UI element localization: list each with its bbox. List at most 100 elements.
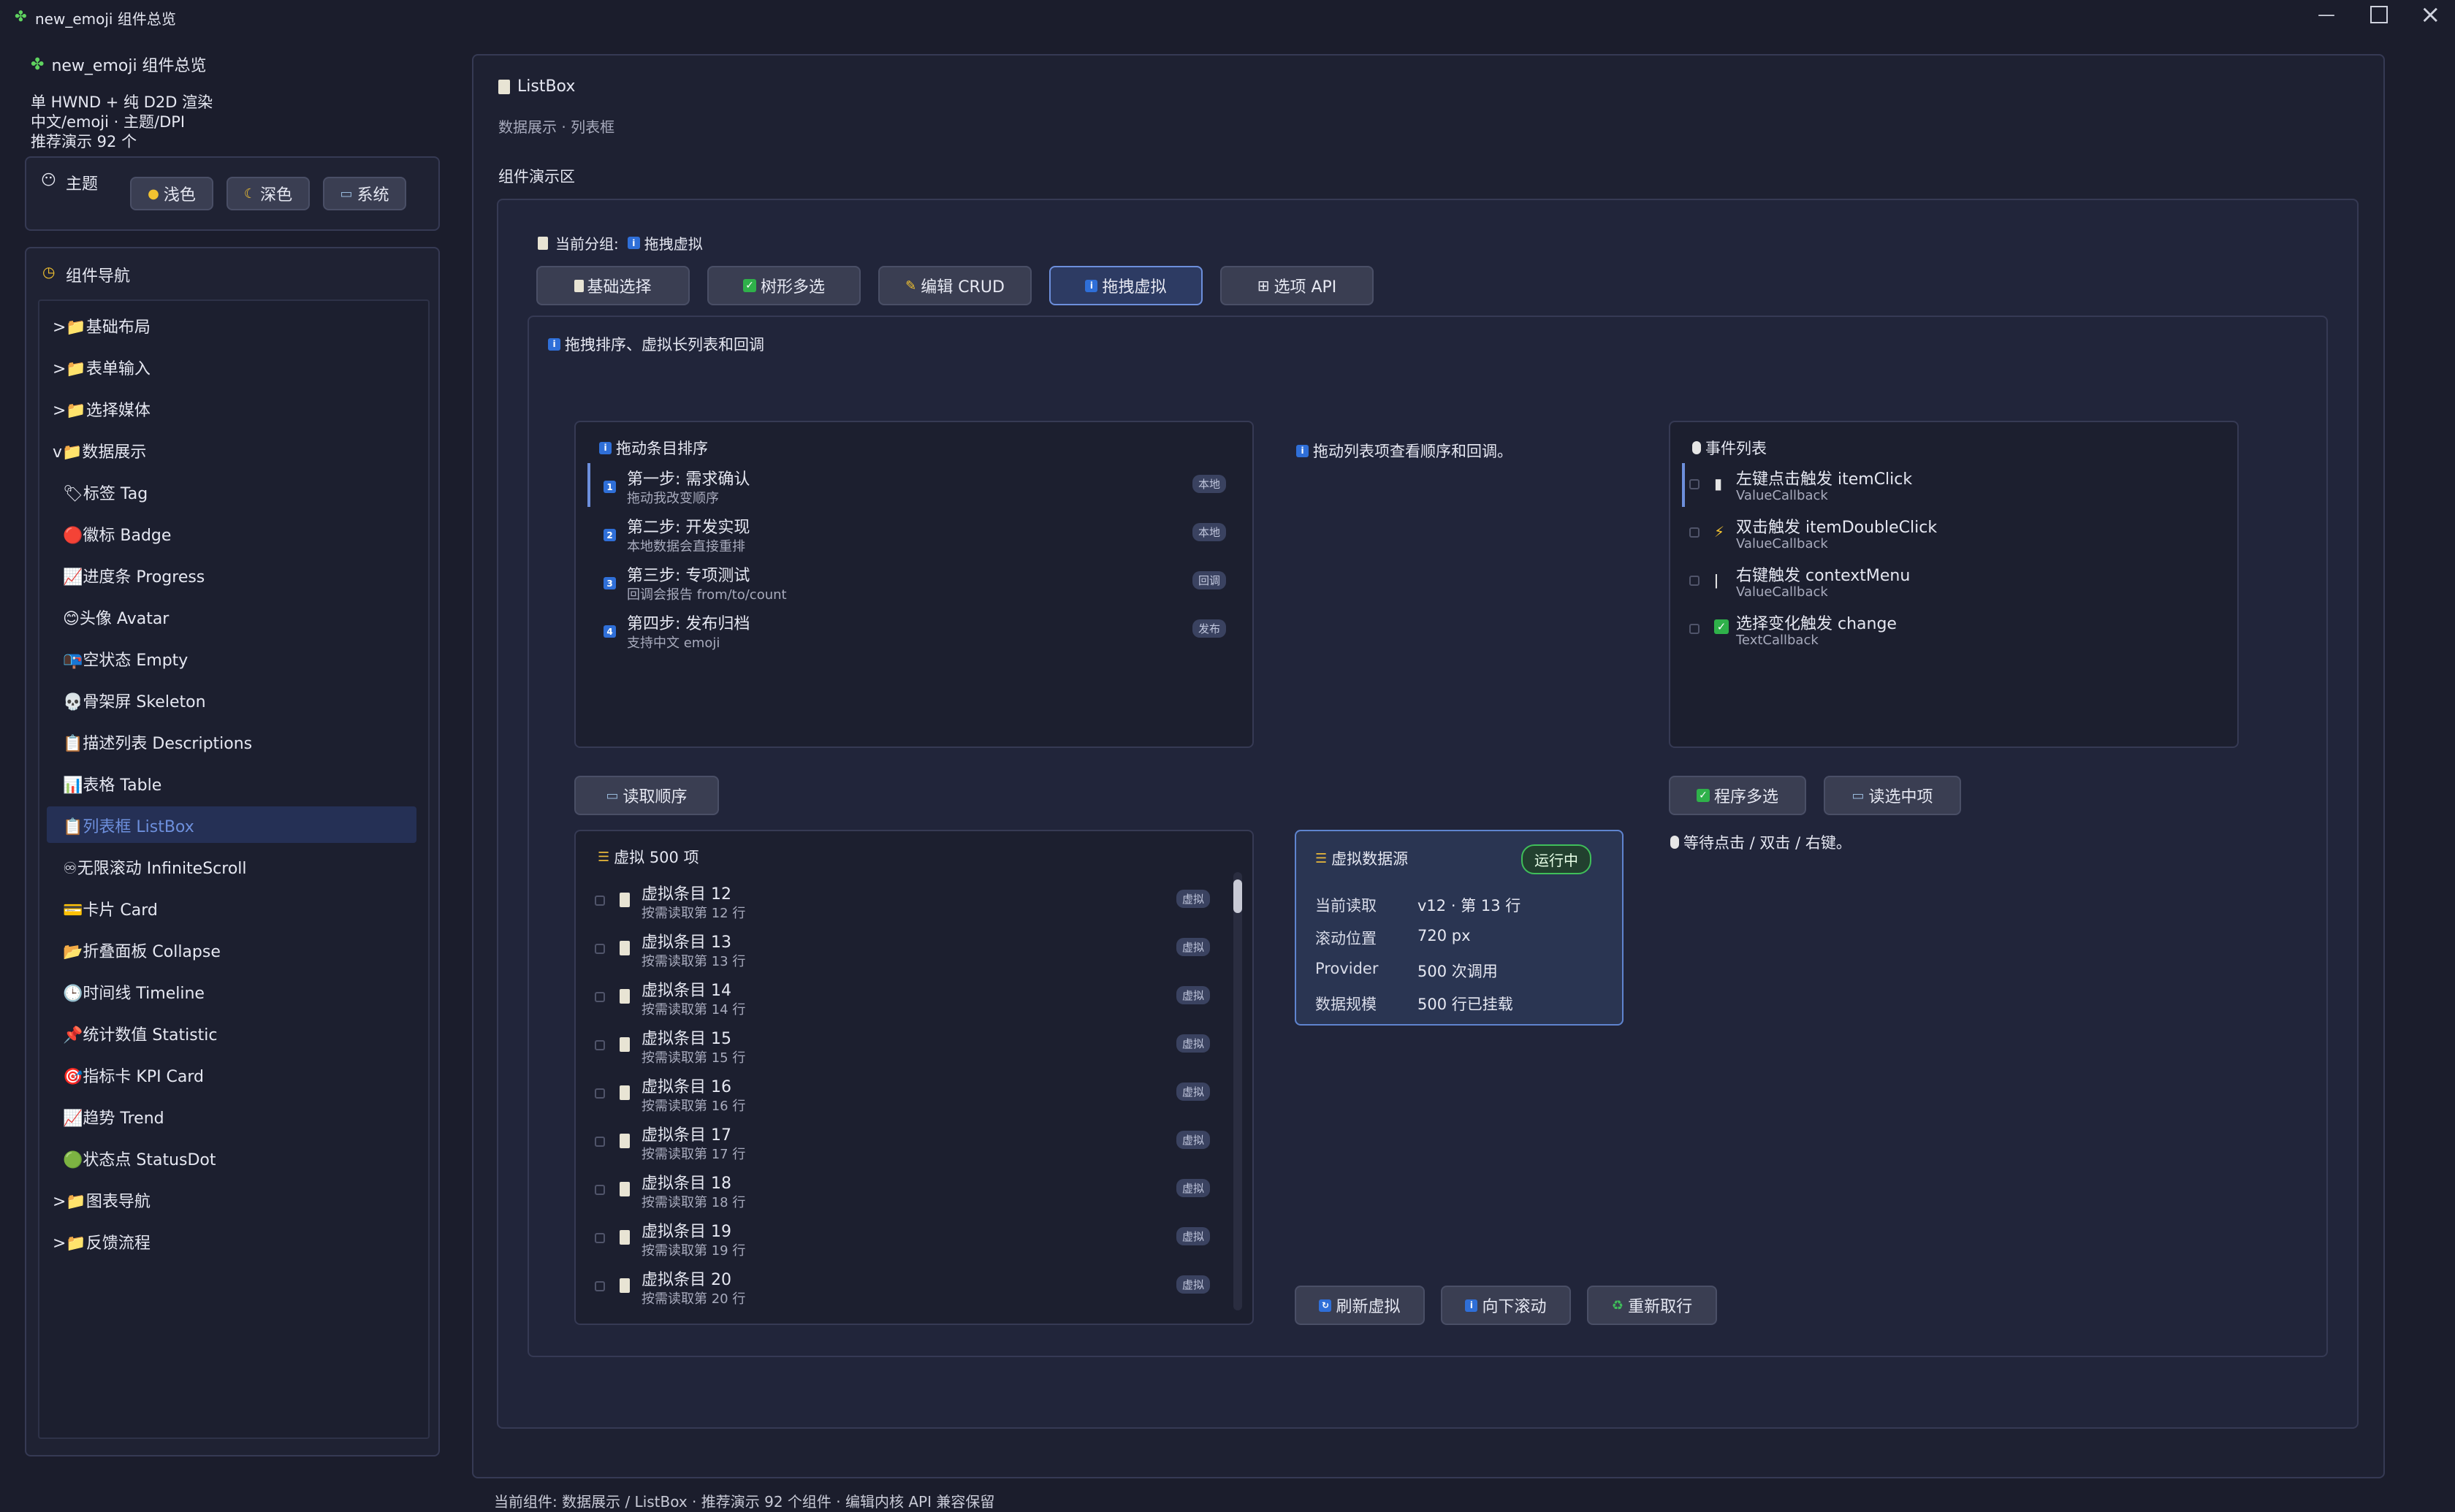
virtual-row[interactable]: 虚拟条目 19 按需读取第 19 行 虚拟 [589,1217,1225,1262]
checkbox-icon: ✓ [742,279,756,292]
sidebar-nav-item[interactable]: 📊表格 Table [63,772,161,795]
sidebar-nav-item[interactable]: 📋列表框 ListBox [63,814,194,837]
mouse-icon: ▮ [1714,475,1723,492]
sidebar-nav-item[interactable]: >📁反馈流程 [53,1230,151,1253]
close-icon[interactable]: × [2420,0,2441,29]
row-checkbox[interactable] [595,1088,605,1099]
row-checkbox[interactable] [595,944,605,954]
sidebar-nav-label: 💳卡片 Card [63,901,158,920]
sidebar-nav-item[interactable]: 📭空状态 Empty [63,647,188,671]
number-badge: 3 [604,577,616,589]
row-checkbox[interactable] [1689,624,1700,634]
sidebar-nav-item[interactable]: 📈进度条 Progress [63,564,205,587]
scroll-down-button[interactable]: i 向下滚动 [1441,1286,1571,1325]
tab-options-api[interactable]: ⊞ 选项 API [1220,266,1374,305]
row-checkbox[interactable] [595,1185,605,1195]
row-checkbox[interactable] [595,992,605,1002]
row-tag: 虚拟 [1176,1275,1211,1294]
row-checkbox[interactable] [1689,527,1700,538]
event-row-desc: ValueCallback [1736,536,1828,551]
virtual-row[interactable]: 虚拟条目 12 按需读取第 12 行 虚拟 [589,879,1225,925]
sortable-row-title: 第四步: 发布归档 [627,615,750,633]
event-row[interactable]: ǀ 右键触发 contextMenu ValueCallback [1682,561,2223,606]
maximize-icon[interactable] [2370,6,2388,23]
row-checkbox[interactable] [595,1233,605,1243]
row-checkbox[interactable] [595,1137,605,1147]
event-row[interactable]: ✓ 选择变化触发 change TextCallback [1682,609,2223,654]
sortable-row[interactable]: 3 第三步: 专项测试 回调会报告 from/to/count 回调 [599,561,1242,606]
clipboard-icon [538,236,548,250]
sortable-row[interactable]: 4 第四步: 发布归档 支持中文 emoji 发布 [599,609,1242,654]
datasource-value: 720 px [1417,927,1471,944]
app-icon: ✤ [15,7,27,25]
tab-edit-crud[interactable]: ✎ 编辑 CRUD [878,266,1032,305]
sidebar-nav-item[interactable]: 🏷标签 Tag [63,481,148,504]
refresh-virtual-button[interactable]: ↻ 刷新虚拟 [1295,1286,1425,1325]
sidebar-nav-item[interactable]: 💳卡片 Card [63,897,158,920]
event-row[interactable]: ⚡ 双击触发 itemDoubleClick ValueCallback [1682,513,2223,558]
section-title: i 拖拽排序、虚拟长列表和回调 [548,333,764,355]
virtual-row[interactable]: 虚拟条目 14 按需读取第 14 行 虚拟 [589,976,1225,1021]
multi-select-button[interactable]: ✓ 程序多选 [1669,776,1806,815]
sidebar-nav-item[interactable]: 🕒时间线 Timeline [63,980,205,1004]
demo-area-label: 组件演示区 [498,168,575,186]
row-tag: 发布 [1192,619,1227,638]
sidebar-nav-label: 📈趋势 Trend [63,1110,164,1128]
sidebar-nav-item[interactable]: 😊头像 Avatar [63,606,169,629]
sidebar-nav-item[interactable]: 🔴徽标 Badge [63,522,171,546]
document-icon [620,893,630,907]
sidebar-nav-label: ♾无限滚动 InfiniteScroll [63,860,247,878]
number-badge: 4 [604,625,616,638]
sortable-row[interactable]: 2 第二步: 开发实现 本地数据会直接重排 本地 [599,513,1242,558]
tab-tree-multi[interactable]: ✓ 树形多选 [707,266,861,305]
sidebar-nav-item[interactable]: ♾无限滚动 InfiniteScroll [63,855,247,879]
sidebar-nav-item[interactable]: >📁基础布局 [53,314,151,337]
sidebar-nav-item[interactable]: 📋描述列表 Descriptions [63,730,252,754]
mouse-icon [1692,441,1701,454]
virtual-row-desc: 按需读取第 15 行 [642,1050,746,1066]
tab-basic-select[interactable]: 基础选择 [536,266,690,305]
sidebar-nav-item[interactable]: 🎯指标卡 KPI Card [63,1064,204,1087]
sidebar-nav-item[interactable]: 📂折叠面板 Collapse [63,939,221,962]
sidebar-nav-label: 🔴徽标 Badge [63,527,172,545]
virtual-scrollbar[interactable] [1233,872,1242,1310]
sortable-row[interactable]: 1 第一步: 需求确认 拖动我改变顺序 本地 [599,465,1242,510]
virtual-row[interactable]: 虚拟条目 16 按需读取第 16 行 虚拟 [589,1072,1225,1118]
virtual-row-desc: 按需读取第 18 行 [642,1195,746,1210]
sidebar-nav-item[interactable]: 💀骨架屏 Skeleton [63,689,206,712]
sidebar-nav-item[interactable]: >📁表单输入 [53,356,151,379]
theme-light-button[interactable]: ● 浅色 [130,177,213,210]
virtual-row[interactable]: 虚拟条目 20 按需读取第 20 行 虚拟 [589,1265,1225,1310]
event-row[interactable]: ▮ 左键点击触发 itemClick ValueCallback [1682,465,2223,510]
row-checkbox[interactable] [595,1040,605,1050]
theme-dark-button[interactable]: ☾ 深色 [227,177,310,210]
sidebar-nav-item[interactable]: v📁数据展示 [53,439,146,462]
virtual-row[interactable]: 虚拟条目 18 按需读取第 18 行 虚拟 [589,1169,1225,1214]
theme-system-button[interactable]: ▭ 系统 [323,177,406,210]
virtual-row[interactable]: 虚拟条目 17 按需读取第 17 行 虚拟 [589,1120,1225,1166]
theme-panel: 😶 主题 ● 浅色 ☾ 深色 ▭ 系统 [25,156,440,231]
row-checkbox[interactable] [595,896,605,906]
virtual-title: ☰ 虚拟 500 项 [598,849,699,866]
row-checkbox[interactable] [595,1281,605,1291]
sidebar-nav-item[interactable]: >📁图表导航 [53,1188,151,1212]
sidebar-nav-item[interactable]: >📁选择媒体 [53,397,151,421]
document-icon [620,1134,630,1148]
sidebar-nav-label: 🟢状态点 StatusDot [63,1151,216,1169]
datasource-value: v12 · 第 13 行 [1417,897,1521,915]
minimize-icon[interactable]: — [2318,4,2335,25]
virtual-row[interactable]: 虚拟条目 13 按需读取第 13 行 虚拟 [589,928,1225,973]
page-title-row: ListBox [498,77,575,96]
refetch-rows-button[interactable]: ♻ 重新取行 [1587,1286,1717,1325]
sidebar-nav-item[interactable]: 📈趋势 Trend [63,1105,164,1129]
sidebar-nav-item[interactable]: 🟢状态点 StatusDot [63,1147,216,1170]
read-selected-button[interactable]: ▭ 读选中项 [1824,776,1961,815]
document-icon [620,1085,630,1100]
row-checkbox[interactable] [1689,479,1700,489]
tab-drag-virtual[interactable]: i 拖拽虚拟 [1049,266,1203,305]
read-order-button[interactable]: ▭ 读取顺序 [574,776,719,815]
virtual-scrollbar-thumb[interactable] [1233,879,1242,913]
row-checkbox[interactable] [1689,576,1700,586]
virtual-row[interactable]: 虚拟条目 15 按需读取第 15 行 虚拟 [589,1024,1225,1069]
sidebar-nav-item[interactable]: 📌统计数值 Statistic [63,1022,218,1045]
